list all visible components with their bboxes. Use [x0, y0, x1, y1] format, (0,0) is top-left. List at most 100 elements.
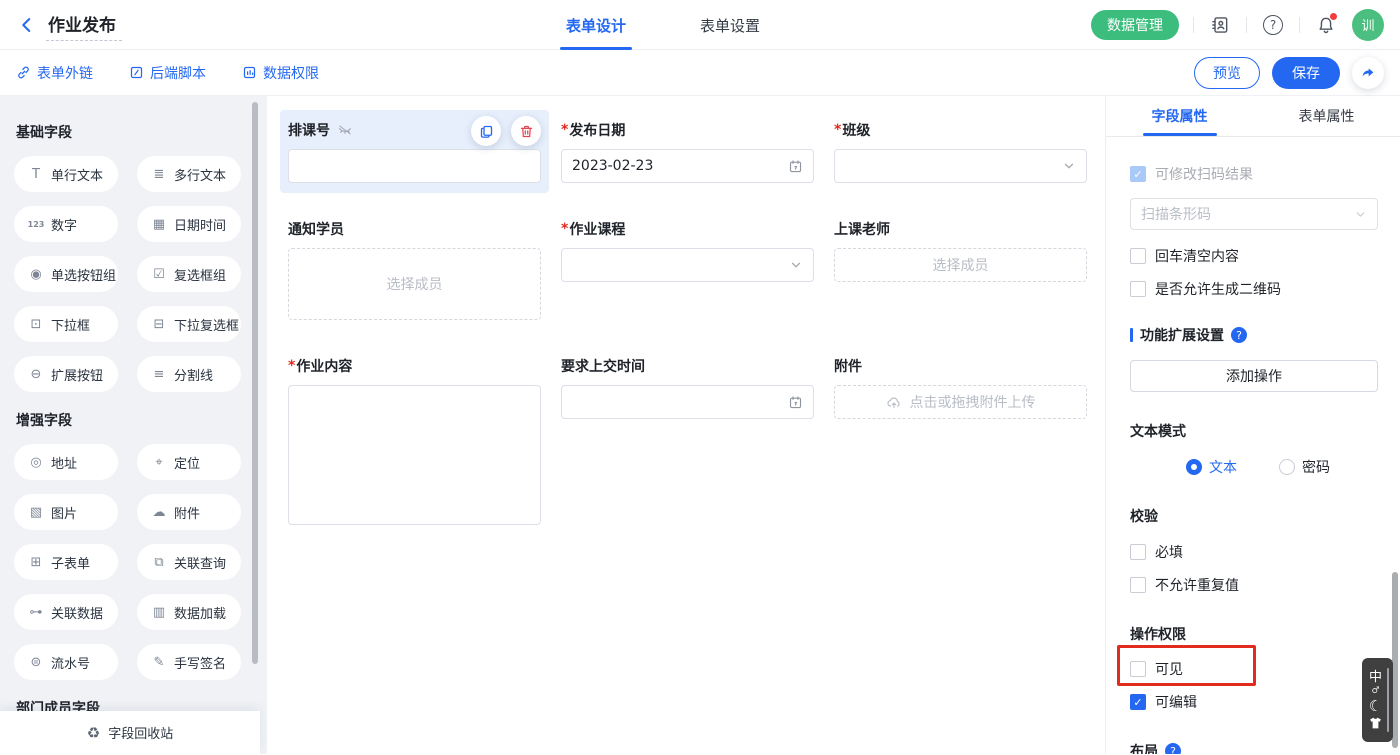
help-icon[interactable]: ?	[1261, 13, 1285, 37]
field-label: 作业课程	[569, 219, 625, 239]
extend-button-icon: ⊖	[26, 367, 46, 382]
checkbox-allow-qrcode[interactable]: 是否允许生成二维码	[1130, 279, 1378, 299]
sidebar-scrollbar[interactable]	[252, 102, 258, 664]
field-card-publish-date[interactable]: *发布日期 2023-02-23	[561, 120, 814, 183]
sidebar-item-subform[interactable]: ⊞子表单	[14, 544, 118, 580]
field-card-due-time[interactable]: 要求上交时间	[561, 356, 814, 419]
toolbar-link-label: 数据权限	[263, 63, 319, 83]
field-recycle-bin-button[interactable]: ♻ 字段回收站	[0, 711, 260, 754]
checkbox-visible[interactable]: 可见	[1130, 659, 1378, 679]
sidebar-item-serial-number[interactable]: ⊜流水号	[14, 644, 118, 680]
tab-form-settings[interactable]: 表单设置	[694, 0, 766, 50]
section-accent-bar	[1130, 328, 1133, 342]
class-select[interactable]	[834, 149, 1087, 183]
theme-shirt-icon[interactable]	[1369, 717, 1382, 729]
radio-label: 文本	[1209, 457, 1237, 477]
sidebar-item-dropdown[interactable]: ⊡下拉框	[14, 306, 118, 342]
tab-field-properties[interactable]: 字段属性	[1106, 96, 1253, 136]
field-card-teacher[interactable]: 上课老师 选择成员	[834, 219, 1087, 282]
sidebar-item-extend-button[interactable]: ⊖扩展按钮	[14, 356, 118, 392]
recycle-label: 字段回收站	[108, 723, 173, 742]
sidebar-item-attachment[interactable]: ☁附件	[137, 494, 241, 530]
dark-mode-moon-icon[interactable]: ☾	[1369, 699, 1382, 714]
sidebar-item-data-load[interactable]: ▥数据加载	[137, 594, 241, 630]
sidebar-item-checkbox-group[interactable]: ☑复选框组	[137, 256, 241, 292]
sidebar-item-multi-line-text[interactable]: ≣多行文本	[137, 156, 241, 192]
radio-text-mode-password[interactable]: 密码	[1279, 457, 1330, 477]
checkbox-editable[interactable]: ✓ 可编辑	[1130, 692, 1378, 712]
language-zh-icon[interactable]: 中	[1369, 671, 1382, 684]
sidebar-item-relation-query[interactable]: ⧉关联查询	[137, 544, 241, 580]
divider-icon: ≡	[149, 367, 169, 382]
back-icon[interactable]	[16, 14, 38, 36]
help-icon[interactable]: ?	[1165, 743, 1181, 754]
sidebar-item-single-line-text[interactable]: T单行文本	[14, 156, 118, 192]
due-time-input[interactable]	[561, 385, 814, 419]
sidebar-item-address[interactable]: ◎地址	[14, 444, 118, 480]
tab-form-design[interactable]: 表单设计	[560, 0, 632, 50]
data-permission-button[interactable]: 数据权限	[242, 63, 319, 83]
sidebar-item-label: 复选框组	[174, 265, 226, 284]
sidebar-item-label: 流水号	[51, 653, 90, 672]
teacher-member-picker[interactable]: 选择成员	[834, 248, 1087, 282]
sidebar-item-radio-group[interactable]: ◉单选按钮组	[14, 256, 118, 292]
backend-script-button[interactable]: 后端脚本	[129, 63, 206, 83]
field-card-schedule-no[interactable]: 排课号	[280, 110, 549, 193]
homework-content-textarea[interactable]	[288, 385, 541, 525]
contacts-icon[interactable]	[1208, 13, 1232, 37]
sidebar-item-label: 图片	[51, 503, 77, 522]
sidebar-item-label: 多行文本	[174, 165, 226, 184]
toolbar-link-label: 后端脚本	[150, 63, 206, 83]
checkbox-required[interactable]: 必填	[1130, 542, 1378, 562]
publish-date-input[interactable]: 2023-02-23	[561, 149, 814, 183]
form-external-link-button[interactable]: 表单外链	[16, 63, 93, 83]
schedule-no-input[interactable]	[288, 149, 541, 183]
checkbox-no-duplicate[interactable]: 不允许重复值	[1130, 575, 1378, 595]
upload-placeholder: 点击或拖拽附件上传	[910, 392, 1036, 412]
add-action-button[interactable]: 添加操作	[1130, 360, 1378, 392]
notification-bell-icon[interactable]	[1314, 13, 1338, 37]
help-icon[interactable]: ?	[1231, 327, 1247, 343]
location-icon: ⌖	[149, 455, 169, 470]
toolbar-link-label: 表单外链	[37, 63, 93, 83]
field-label: 发布日期	[569, 120, 625, 140]
sidebar-item-signature[interactable]: ✎手写签名	[137, 644, 241, 680]
sidebar-item-label: 日期时间	[174, 215, 226, 234]
delete-field-button[interactable]	[511, 116, 541, 146]
save-button[interactable]: 保存	[1272, 57, 1340, 89]
tab-form-properties[interactable]: 表单属性	[1253, 96, 1400, 136]
mars-icon: ♂	[1371, 687, 1379, 696]
copy-field-button[interactable]	[471, 116, 501, 146]
translate-extension-widget[interactable]: 中 ♂ ☾	[1362, 658, 1393, 742]
sidebar-item-relation-data[interactable]: ⊶关联数据	[14, 594, 118, 630]
sidebar-item-image[interactable]: ▧图片	[14, 494, 118, 530]
radio-text-mode-text[interactable]: 文本	[1186, 457, 1237, 477]
checkbox-icon	[1130, 281, 1146, 297]
field-card-notify-students[interactable]: 通知学员 选择成员	[288, 219, 541, 320]
sidebar-item-location[interactable]: ⌖定位	[137, 444, 241, 480]
field-card-homework-course[interactable]: *作业课程	[561, 219, 814, 282]
sidebar-item-dropdown-multi[interactable]: ⊟下拉复选框	[137, 306, 241, 342]
checkbox-enter-clear[interactable]: 回车清空内容	[1130, 246, 1378, 266]
sidebar-item-datetime[interactable]: ▦日期时间	[137, 206, 241, 242]
homework-course-select[interactable]	[561, 248, 814, 282]
share-button[interactable]	[1352, 57, 1384, 89]
attachment-upload-area[interactable]: 点击或拖拽附件上传	[834, 385, 1087, 419]
sidebar-item-divider[interactable]: ≡分割线	[137, 356, 241, 392]
checkbox-label: 可见	[1155, 659, 1183, 679]
field-card-attachment[interactable]: 附件 点击或拖拽附件上传	[834, 356, 1087, 419]
notify-students-member-picker[interactable]: 选择成员	[288, 248, 541, 320]
checkbox-label: 回车清空内容	[1155, 246, 1239, 266]
chevron-down-icon	[1354, 208, 1367, 221]
preview-button[interactable]: 预览	[1194, 57, 1260, 89]
dropdown-multi-icon: ⊟	[149, 317, 169, 332]
form-title[interactable]: 作业发布	[46, 9, 122, 41]
sidebar-item-number[interactable]: 123数字	[14, 206, 118, 242]
user-avatar[interactable]: 训	[1352, 9, 1384, 41]
field-card-class[interactable]: *班级	[834, 120, 1087, 183]
validation-title: 校验	[1130, 506, 1378, 526]
permission-title: 操作权限	[1130, 624, 1378, 644]
data-manage-button[interactable]: 数据管理	[1091, 10, 1179, 40]
field-card-homework-content[interactable]: *作业内容	[288, 356, 541, 525]
cloud-upload-icon	[886, 394, 902, 410]
